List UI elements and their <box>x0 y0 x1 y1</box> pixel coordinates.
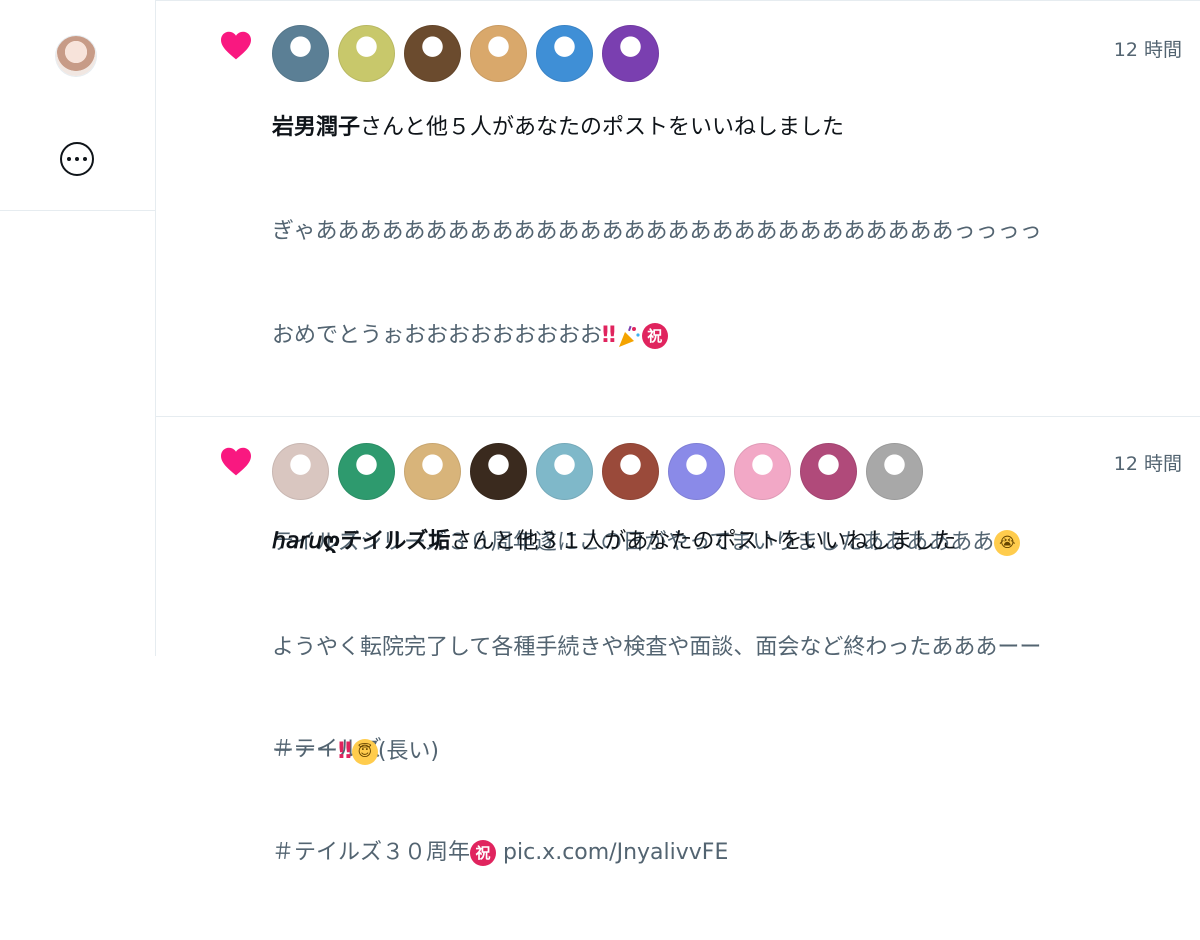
celebrate-badge: 祝 <box>641 322 668 349</box>
sidebar-divider <box>0 210 155 211</box>
liker-avatar[interactable] <box>734 443 791 500</box>
celebrate-badge: 祝 <box>470 840 497 866</box>
liker-avatar[interactable] <box>602 25 659 82</box>
hashtag-link[interactable]: ＃テイルズ３０周年 <box>272 840 470 865</box>
liker-avatar[interactable] <box>272 25 329 82</box>
liker-avatar[interactable] <box>602 443 659 500</box>
timestamp: 12 時間 <box>1113 39 1182 61</box>
liker-avatar[interactable] <box>470 443 527 500</box>
liker-avatar[interactable] <box>338 25 395 82</box>
body-line: おめでとうぉおおおおおおおおお‼ 祝 <box>272 319 1182 354</box>
liker-avatar[interactable] <box>470 25 527 82</box>
timestamp: 12 時間 <box>1113 453 1182 475</box>
liker-avatar[interactable] <box>800 443 857 500</box>
profile-avatar[interactable] <box>56 36 96 76</box>
body-line: ＃テイルズ３０周年祝 pic.x.com/JnyalivvFE <box>272 836 1182 871</box>
liker-avatar[interactable] <box>536 25 593 82</box>
liker-avatar[interactable] <box>668 443 725 500</box>
body-line: ーーー‼ 😇 (長い) <box>272 738 439 765</box>
heart-icon <box>221 31 251 60</box>
liker-avatar[interactable] <box>338 443 395 500</box>
headline-rest: さんと他３１人があなたのポストをいいねしました <box>450 529 957 554</box>
double-exclamation-emoji: ‼ <box>602 322 616 348</box>
double-exclamation-emoji: ‼ <box>338 738 352 764</box>
liker-avatars <box>272 25 659 82</box>
notification-item[interactable]: 12 時間 岩男潤子さんと他５人があなたのポストをいいねしました ぎゃあああああ… <box>156 0 1200 866</box>
liker-avatar[interactable] <box>404 25 461 82</box>
more-options-icon[interactable] <box>60 142 94 176</box>
notification-headline: 岩男潤子さんと他５人があなたのポストをいいねしました <box>272 109 844 141</box>
post-preview[interactable]: ようやく転院完了して各種手続きや検査や面談、面会など終わったあああーー ーーー‼… <box>272 562 1182 838</box>
liker-avatars <box>272 443 923 500</box>
actor-name[interactable]: 岩男潤子 <box>272 115 360 140</box>
headline-rest: さんと他５人があなたのポストをいいねしました <box>360 115 845 140</box>
body-line: ようやく転院完了して各種手続きや検査や面談、面会など終わったあああーー <box>272 635 1042 660</box>
notification-headline: 𝘩𝘢𝘳𝘶ღテイルズ垢さんと他３１人があなたのポストをいいねしました <box>272 523 956 555</box>
actor-name[interactable]: 𝘩𝘢𝘳𝘶ღテイルズ垢 <box>272 529 450 554</box>
body-line: ぎゃあああああああああああああああああああああああああああああっっっっ <box>272 219 1042 244</box>
liker-avatar[interactable] <box>404 443 461 500</box>
notification-item[interactable]: 12 時間 𝘩𝘢𝘳𝘶ღテイルズ垢さんと他３１人があなたのポストをいいねしました … <box>156 417 1200 765</box>
left-sidebar <box>0 0 155 656</box>
liker-avatar[interactable] <box>536 443 593 500</box>
party-popper-icon <box>618 325 640 347</box>
angel-face-emoji: 😇 <box>351 738 378 765</box>
heart-icon <box>221 447 251 476</box>
pic-link[interactable]: pic.x.com/JnyalivvFE <box>503 840 728 865</box>
liker-avatar[interactable] <box>866 443 923 500</box>
liker-avatar[interactable] <box>272 443 329 500</box>
